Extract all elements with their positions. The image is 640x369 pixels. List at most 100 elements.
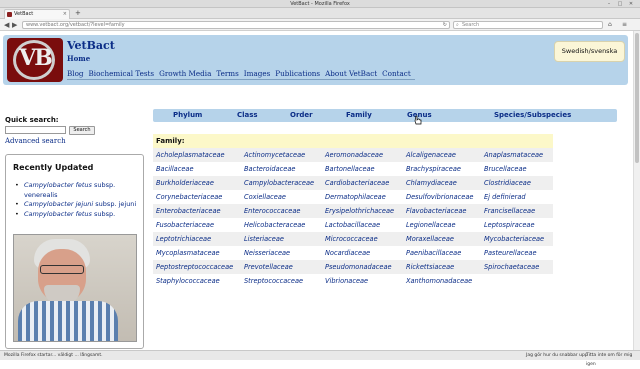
forward-icon[interactable]: ▶: [12, 21, 17, 29]
family-link[interactable]: Bartonellaceae: [322, 162, 403, 176]
family-link[interactable]: Mycoplasmataceae: [153, 246, 241, 260]
family-link[interactable]: Staphylococcaceae: [153, 274, 241, 288]
speed-up-link[interactable]: Jag gör hur du snabbar upp: [526, 351, 588, 360]
family-link[interactable]: Peptostreptococcaceae: [153, 260, 241, 274]
family-link[interactable]: Aeromonadaceae: [322, 148, 403, 162]
site-name[interactable]: VetBact: [67, 39, 115, 52]
scrollbar-thumb[interactable]: [635, 33, 639, 163]
window-title: VetBact - Mozilla Firefox: [290, 1, 350, 7]
family-link[interactable]: Mycobacteriaceae: [481, 232, 553, 246]
tab-class[interactable]: Class: [237, 109, 258, 122]
nav-biochemical-tests[interactable]: Biochemical Tests: [89, 69, 155, 79]
recently-updated-title: Recently Updated: [13, 163, 94, 172]
family-link[interactable]: Dermatophilaceae: [322, 190, 403, 204]
family-link[interactable]: Legionellaceae: [403, 218, 481, 232]
advanced-search-link[interactable]: Advanced search: [5, 137, 66, 145]
home-icon[interactable]: ⌂: [608, 21, 612, 29]
close-tab-icon[interactable]: ×: [63, 10, 67, 19]
family-link[interactable]: Bacillaceae: [153, 162, 241, 176]
language-button[interactable]: Swedish/svenska: [554, 41, 625, 62]
vetbact-logo[interactable]: VB: [7, 38, 63, 82]
family-link[interactable]: Streptococcaceae: [241, 274, 322, 288]
nav-growth-media[interactable]: Growth Media: [159, 69, 211, 79]
tab-phylum[interactable]: Phylum: [173, 109, 202, 122]
family-link[interactable]: Coxiellaceae: [241, 190, 322, 204]
family-link[interactable]: Acholeplasmataceae: [153, 148, 241, 162]
family-link[interactable]: Flavobacteriaceae: [403, 204, 481, 218]
family-link[interactable]: Lactobacillaceae: [322, 218, 403, 232]
family-link[interactable]: Rickettsiaceae: [403, 260, 481, 274]
tab-species-subspecies[interactable]: Species/Subspecies: [494, 109, 571, 122]
family-link[interactable]: Leptotrichiaceae: [153, 232, 241, 246]
nav-publications[interactable]: Publications: [275, 69, 320, 79]
family-link[interactable]: Listeriaceae: [241, 232, 322, 246]
family-link[interactable]: Erysipelothrichaceae: [322, 204, 403, 218]
nav-terms[interactable]: Terms: [216, 69, 238, 79]
menu-icon[interactable]: ≡: [622, 21, 627, 29]
family-link[interactable]: Corynebacteriaceae: [153, 190, 241, 204]
reload-icon[interactable]: ↻: [443, 22, 447, 28]
new-tab-button[interactable]: +: [75, 9, 81, 18]
family-row: Leptotrichiaceae Listeriaceae Micrococcace…: [153, 232, 553, 246]
family-link[interactable]: Pasteurellaceae: [481, 246, 553, 260]
family-link[interactable]: Leptospiraceae: [481, 218, 553, 232]
family-link[interactable]: Spirochaetaceae: [481, 260, 553, 274]
family-link[interactable]: Clostridiaceae: [481, 176, 553, 190]
dont-show-again-link[interactable]: Titta inte om för mig igen: [586, 351, 640, 369]
maximize-icon[interactable]: □: [617, 1, 623, 7]
taxonomy-nav: Phylum Class Order Family Genus Species/…: [153, 109, 617, 122]
back-icon[interactable]: ◀: [4, 21, 9, 29]
family-link[interactable]: Ej definierad: [481, 190, 553, 204]
nav-blog[interactable]: Blog: [67, 69, 84, 79]
quick-search-input[interactable]: [5, 126, 66, 134]
family-link[interactable]: Neisseriaceae: [241, 246, 322, 260]
family-link[interactable]: Moraxellaceae: [403, 232, 481, 246]
minimize-icon[interactable]: –: [606, 1, 612, 7]
family-link[interactable]: Enterococcaceae: [241, 204, 322, 218]
url-bar[interactable]: www.vetbact.org/vetbact/?level=family ↻: [22, 21, 450, 29]
family-link[interactable]: Nocardiaceae: [322, 246, 403, 260]
home-link[interactable]: Home: [67, 54, 90, 63]
family-link[interactable]: Francisellaceae: [481, 204, 553, 218]
family-link[interactable]: Burkholderiaceae: [153, 176, 241, 190]
status-bar: Mozilla Firefox startar... väldigt ... l…: [0, 350, 640, 367]
family-row: Fusobacteriaceae Helicobacteraceae Lactoba…: [153, 218, 553, 232]
family-link[interactable]: Fusobacteriaceae: [153, 218, 241, 232]
recent-list: Campylobacter fetus subsp. venerealis Ca…: [14, 181, 140, 219]
family-link[interactable]: Brucellaceae: [481, 162, 553, 176]
family-link[interactable]: Cardiobacteriaceae: [322, 176, 403, 190]
site-header: VB VetBact Home Blog Biochemical Tests G…: [3, 35, 628, 85]
family-link[interactable]: Vibrionaceae: [322, 274, 403, 288]
tab-vetbact[interactable]: VetBact ×: [4, 9, 70, 19]
family-heading: Family:: [153, 134, 553, 148]
family-link[interactable]: Pseudomonadaceae: [322, 260, 403, 274]
family-link[interactable]: Desulfovibrionaceae: [403, 190, 481, 204]
recent-item[interactable]: Campylobacter jejuni subsp. jejuni: [14, 200, 140, 210]
family-link[interactable]: Micrococcaceae: [322, 232, 403, 246]
family-table: Family: Acholeplasmataceae Actinomycetace…: [153, 134, 553, 288]
family-link[interactable]: Bacteroidaceae: [241, 162, 322, 176]
nav-contact[interactable]: Contact: [382, 69, 411, 79]
search-button[interactable]: Search: [69, 126, 95, 135]
family-row: Enterobacteriaceae Enterococcaceae Erysipe…: [153, 204, 553, 218]
family-link[interactable]: Helicobacteraceae: [241, 218, 322, 232]
family-link[interactable]: Campylobacteraceae: [241, 176, 322, 190]
tab-order[interactable]: Order: [290, 109, 313, 122]
recent-item[interactable]: Campylobacter fetus subsp. venerealis: [14, 181, 140, 200]
family-link[interactable]: Paenibacillaceae: [403, 246, 481, 260]
nav-images[interactable]: Images: [244, 69, 270, 79]
family-link[interactable]: Anaplasmataceae: [481, 148, 553, 162]
page-scrollbar[interactable]: [633, 31, 640, 350]
search-bar[interactable]: ⌕ Search: [453, 21, 603, 29]
family-link[interactable]: Xanthomonadaceae: [403, 274, 481, 288]
family-link[interactable]: Chlamydiaceae: [403, 176, 481, 190]
tab-family[interactable]: Family: [346, 109, 372, 122]
family-link[interactable]: Actinomycetaceae: [241, 148, 322, 162]
family-link[interactable]: Alcaligenaceae: [403, 148, 481, 162]
family-link[interactable]: Enterobacteriaceae: [153, 204, 241, 218]
nav-about-vetbact[interactable]: About VetBact: [325, 69, 377, 79]
family-link[interactable]: Brachyspiraceae: [403, 162, 481, 176]
close-window-icon[interactable]: ✕: [628, 1, 634, 7]
family-link[interactable]: Prevotellaceae: [241, 260, 322, 274]
recent-item[interactable]: Campylobacter fetus subsp.: [14, 210, 140, 220]
